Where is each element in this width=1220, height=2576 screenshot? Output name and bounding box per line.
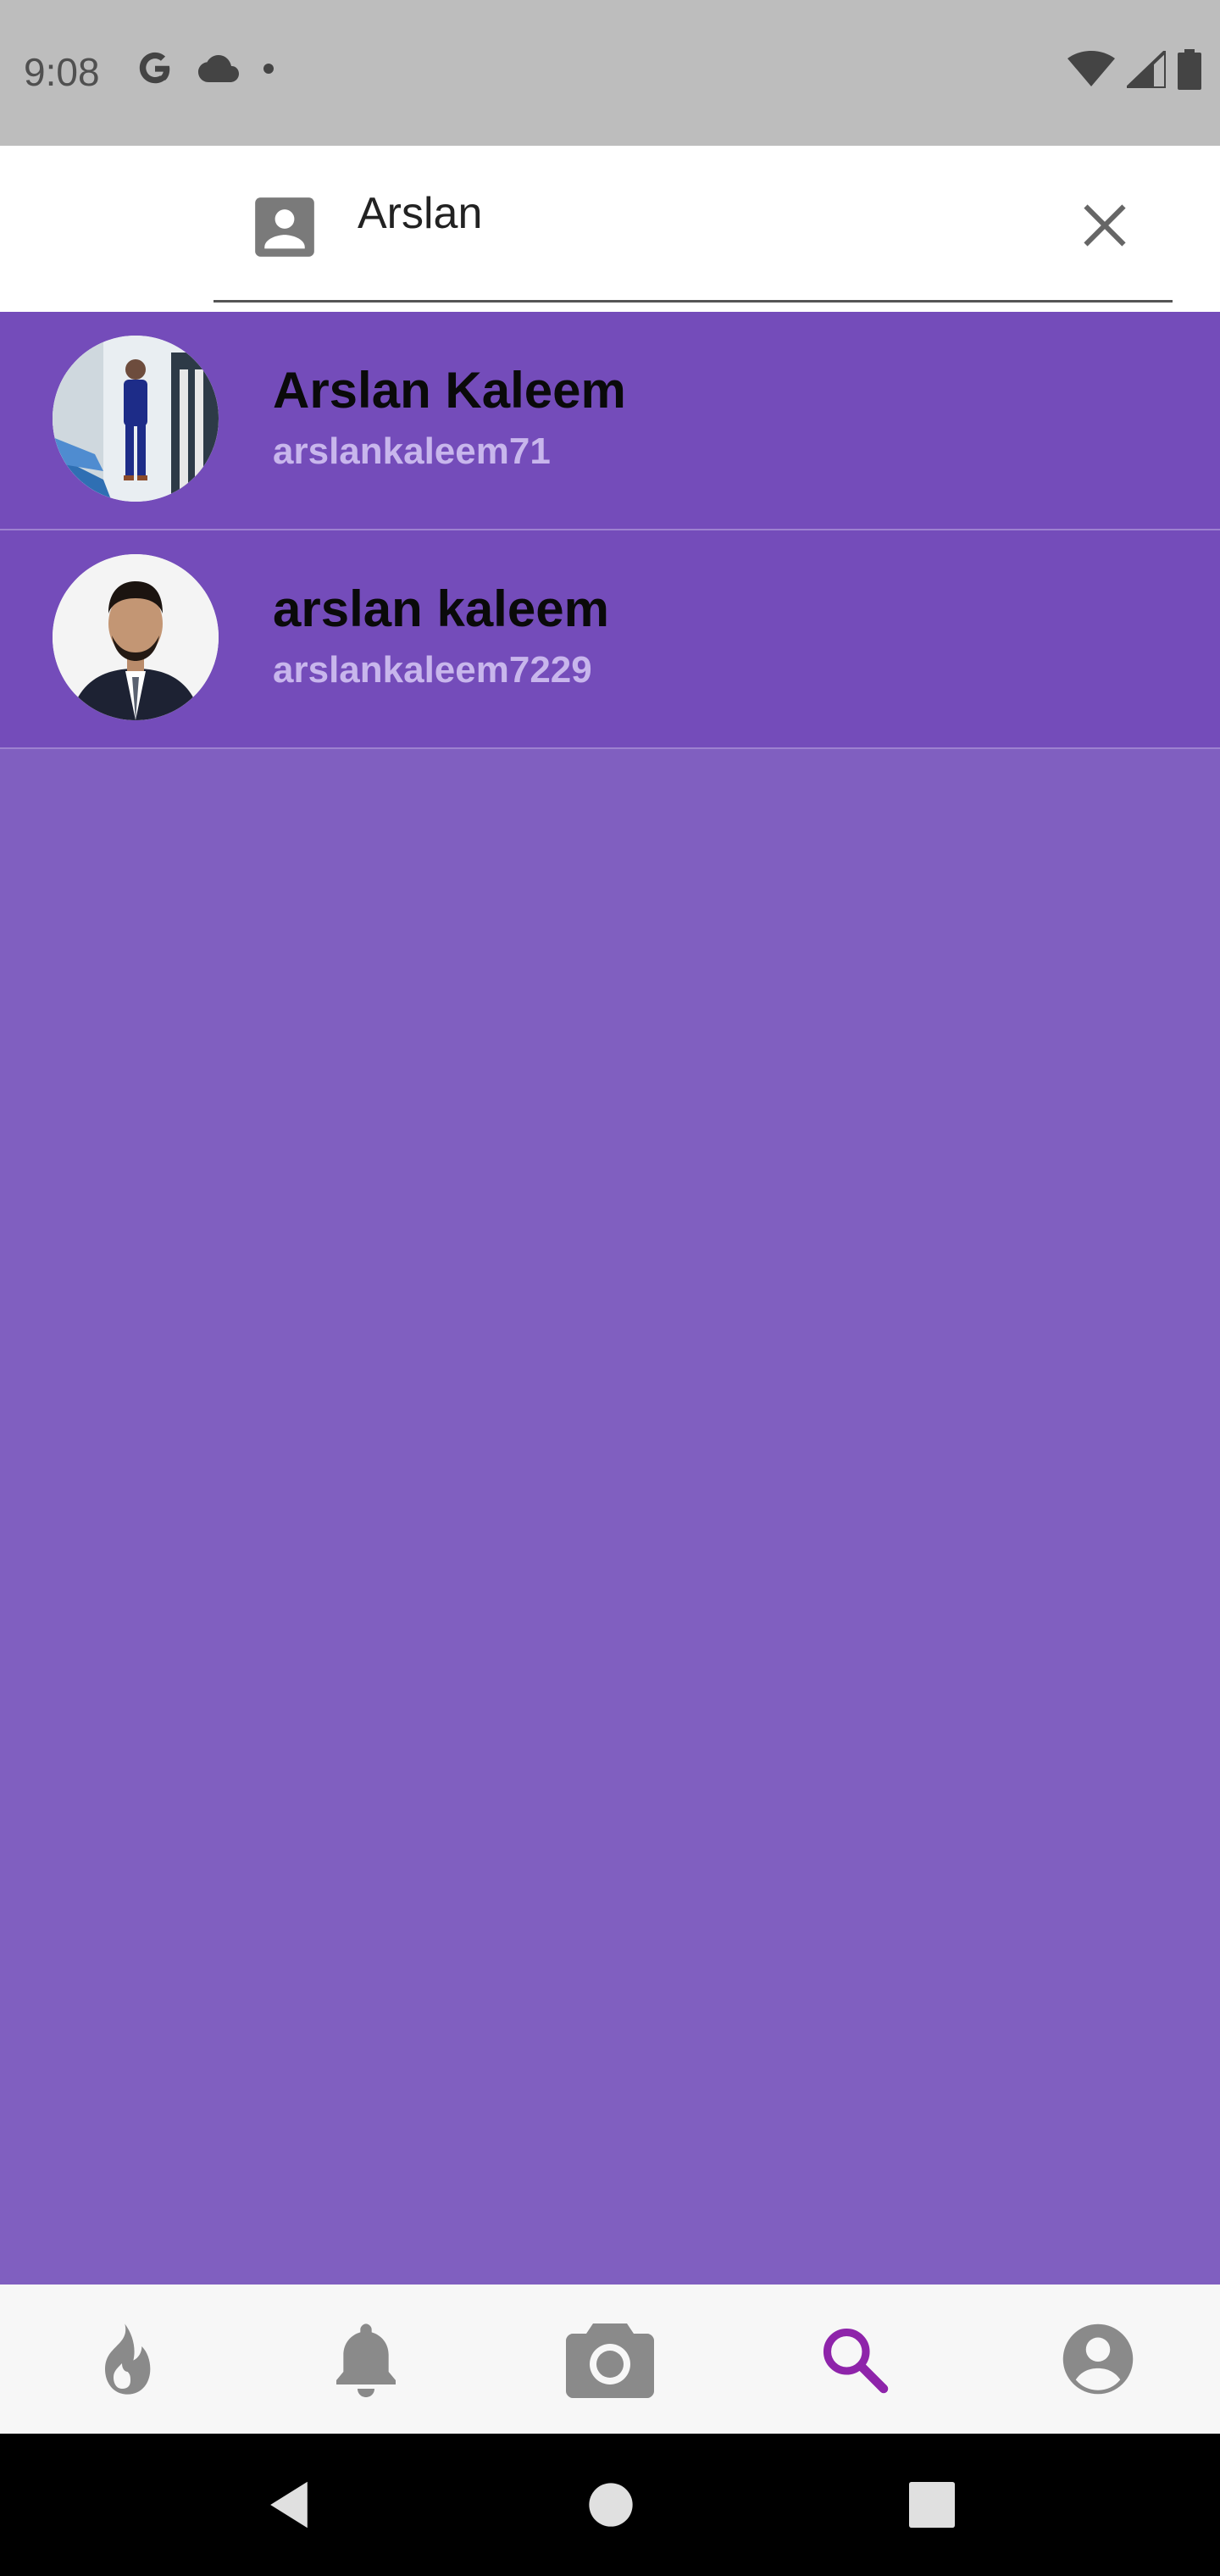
- result-name: arslan kaleem: [273, 580, 609, 637]
- search-field[interactable]: [214, 146, 1173, 303]
- wifi-icon: [1068, 51, 1115, 88]
- camera-icon: [566, 2320, 654, 2398]
- status-bar: 9:08: [0, 0, 1220, 146]
- nav-camera[interactable]: [525, 2285, 695, 2434]
- flame-icon: [88, 2321, 156, 2397]
- search-header: [0, 146, 1220, 312]
- result-name: Arslan Kaleem: [273, 362, 626, 419]
- avatar: [53, 336, 219, 502]
- nav-profile[interactable]: [1013, 2285, 1183, 2434]
- status-right-icons: [1068, 49, 1201, 90]
- google-icon: [136, 49, 175, 88]
- nav-home[interactable]: [37, 2285, 207, 2434]
- back-icon[interactable]: [265, 2479, 313, 2530]
- status-time: 9:08: [24, 50, 100, 94]
- home-icon[interactable]: [588, 2482, 634, 2528]
- cloud-icon: [197, 52, 241, 86]
- battery-icon: [1178, 49, 1201, 90]
- account-icon: [1060, 2321, 1136, 2397]
- result-username: arslankaleem7229: [273, 649, 592, 691]
- close-icon[interactable]: [1079, 200, 1130, 251]
- system-nav-bar: [0, 2434, 1220, 2576]
- dot-icon: [263, 63, 274, 75]
- list-item[interactable]: arslan kaleem arslankaleem7229: [0, 530, 1220, 749]
- contact-icon: [252, 195, 317, 259]
- search-icon: [818, 2323, 890, 2395]
- status-left-icons: [136, 49, 274, 88]
- search-results-list: Arslan Kaleem arslankaleem71 arslan kale…: [0, 312, 1220, 749]
- recents-icon[interactable]: [909, 2482, 956, 2528]
- result-username: arslankaleem71: [273, 430, 551, 472]
- signal-icon: [1127, 51, 1166, 88]
- nav-search[interactable]: [769, 2285, 939, 2434]
- bell-icon: [332, 2321, 400, 2397]
- nav-notifications[interactable]: [281, 2285, 451, 2434]
- bottom-nav: [0, 2285, 1220, 2434]
- search-input[interactable]: [356, 175, 1037, 253]
- list-item[interactable]: Arslan Kaleem arslankaleem71: [0, 312, 1220, 530]
- avatar: [53, 554, 219, 720]
